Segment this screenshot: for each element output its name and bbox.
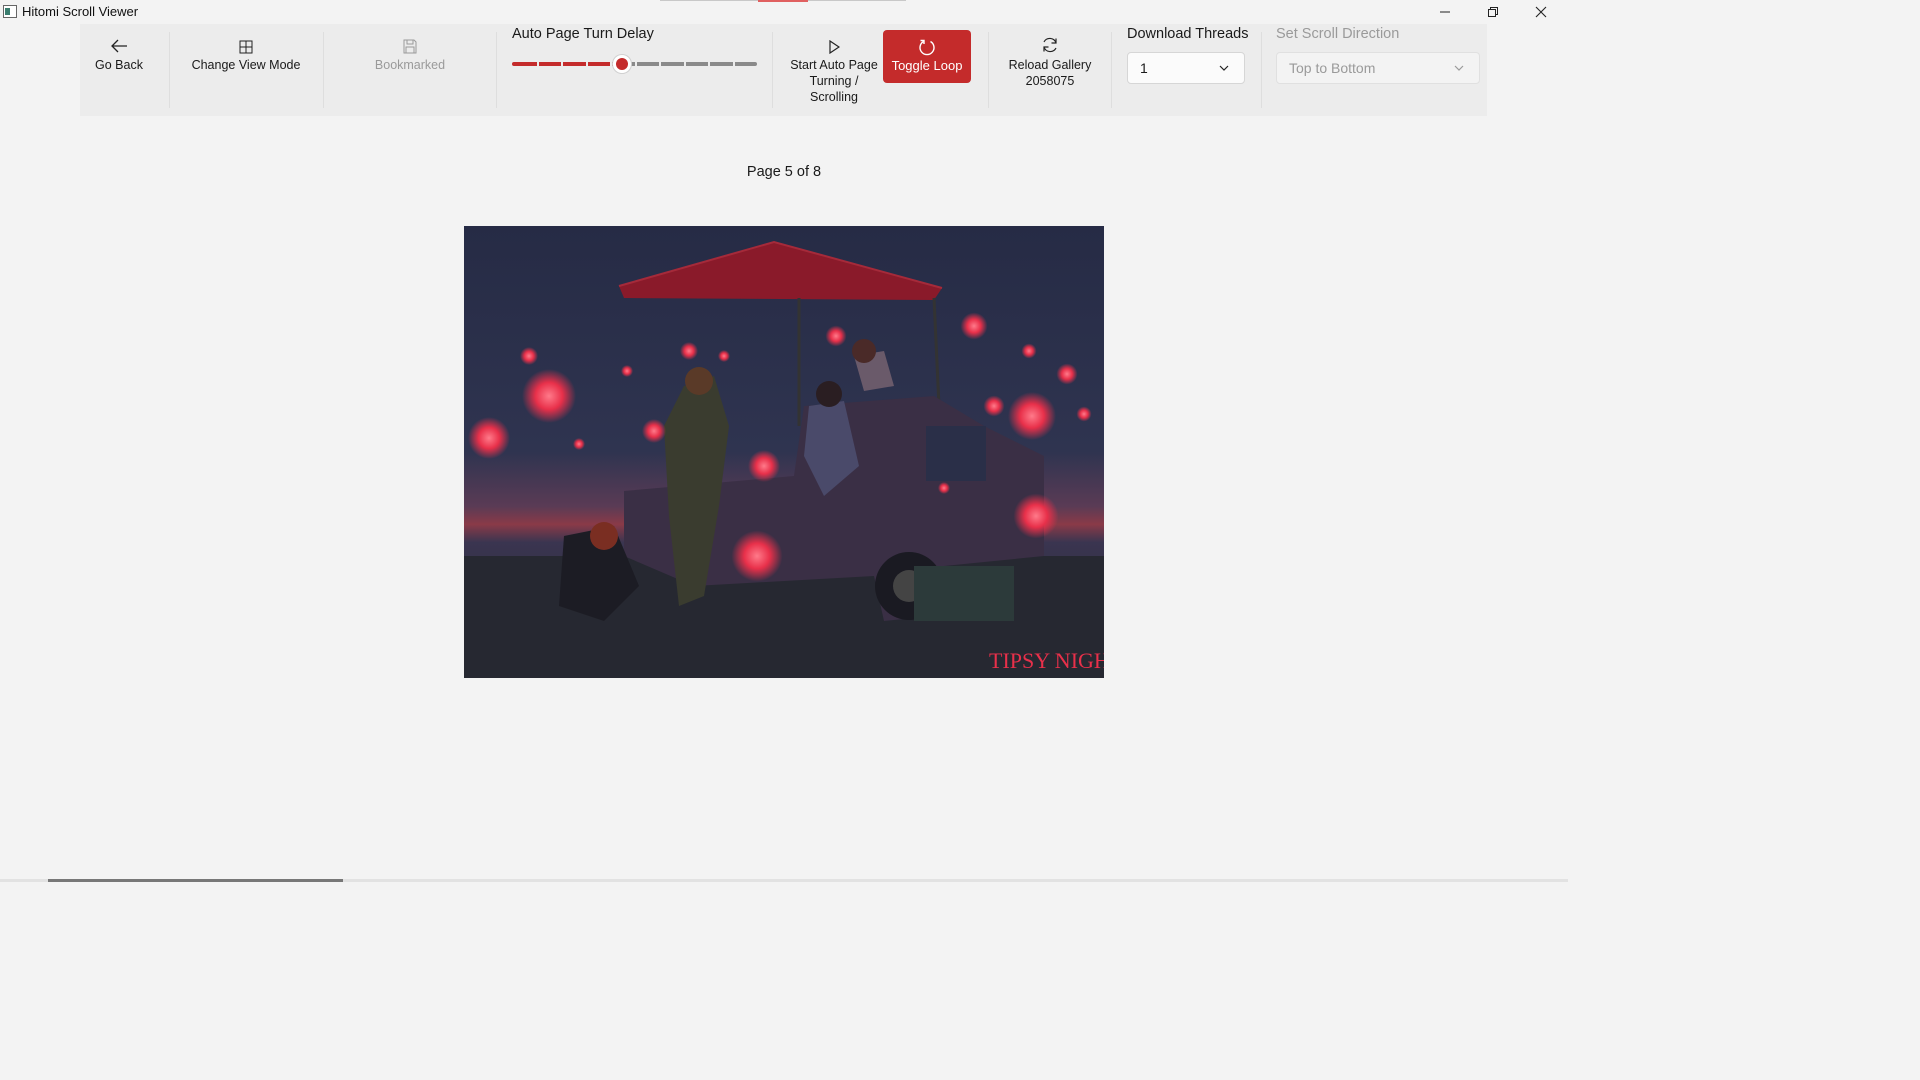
tab-indicator — [808, 0, 906, 1]
slider-track-empty — [628, 62, 757, 66]
chevron-down-icon — [1454, 65, 1464, 71]
illustration: TIPSY NIGHT — [464, 226, 1104, 678]
minimize-icon — [1440, 11, 1450, 13]
minimize-button[interactable] — [1422, 0, 1468, 24]
change-view-mode-label: Change View Mode — [191, 58, 301, 72]
jellyfish-glow — [1021, 343, 1037, 359]
gallery-id: 2058075 — [1025, 74, 1075, 88]
refresh-icon — [1043, 37, 1057, 53]
jellyfish-glow — [522, 369, 576, 423]
scroll-direction-label: Set Scroll Direction — [1276, 26, 1400, 42]
toolbar-separator — [169, 32, 170, 108]
restore-icon — [1488, 7, 1498, 17]
title-bar: Hitomi Scroll Viewer — [0, 0, 1568, 24]
toolbar-separator — [496, 32, 497, 108]
tab-indicator — [660, 0, 758, 1]
slider-tick — [659, 62, 661, 66]
jellyfish-glow — [573, 438, 585, 450]
toolbar-separator — [772, 32, 773, 108]
slider-tick — [586, 62, 588, 66]
jellyfish-glow — [680, 342, 698, 360]
slider-tick — [610, 62, 612, 66]
reload-gallery-label: Reload Gallery — [1008, 58, 1092, 72]
toolbar-separator — [1111, 32, 1112, 108]
jellyfish-glow — [983, 395, 1005, 417]
go-back-label: Go Back — [95, 58, 143, 72]
download-threads-dropdown[interactable]: 1 — [1127, 52, 1245, 84]
go-back-button[interactable]: Go Back — [90, 32, 148, 73]
jellyfish-glow — [520, 347, 538, 365]
page-indicator: Page 5 of 8 — [746, 164, 822, 180]
jellyfish-glow — [1056, 363, 1078, 385]
gallery-page-image: TIPSY NIGHT — [464, 226, 1104, 678]
toggle-loop-button[interactable]: Toggle Loop — [883, 30, 971, 83]
auto-page-turn-delay-slider[interactable] — [512, 56, 757, 72]
arrow-left-icon — [111, 39, 127, 53]
slider-tick — [635, 62, 637, 66]
save-icon — [403, 39, 417, 54]
jellyfish-glow — [621, 365, 633, 377]
jellyfish-glow — [1013, 493, 1059, 539]
command-bar: Go Back Change View Mode Bookmarked Auto… — [80, 24, 1487, 116]
auto-page-turn-delay-label: Auto Page Turn Delay — [512, 26, 654, 42]
jellyfish-glow — [938, 482, 950, 494]
toolbar-separator — [988, 32, 989, 108]
reload-gallery-button[interactable]: Reload Gallery 2058075 — [1004, 32, 1096, 89]
change-view-mode-button[interactable]: Change View Mode — [188, 32, 304, 73]
bookmarked-label: Bookmarked — [374, 58, 446, 72]
jellyfish-glow — [731, 530, 783, 582]
slider-thumb[interactable] — [616, 58, 628, 70]
start-auto-page-turning-button[interactable]: Start Auto Page Turning / Scrolling — [786, 32, 882, 105]
jellyfish-glow — [642, 419, 666, 443]
slider-tick — [561, 62, 563, 66]
toolbar-separator — [1261, 32, 1262, 108]
start-auto-label-3: Scrolling — [810, 90, 858, 104]
scroll-direction-dropdown[interactable]: Top to Bottom — [1276, 52, 1480, 84]
watermark-text: TIPSY NIGHT — [989, 648, 1104, 673]
tab-indicator-active — [758, 0, 808, 2]
grid-icon — [239, 40, 253, 54]
jellyfish-glow — [1008, 392, 1056, 440]
horizontal-scrollbar[interactable] — [0, 879, 1568, 882]
jellyfish-glow — [825, 325, 847, 347]
slider-track-filled — [512, 62, 622, 66]
app-icon — [3, 5, 17, 18]
slider-tick — [684, 62, 686, 66]
toolbar-separator — [323, 32, 324, 108]
start-auto-label-2: Turning / — [809, 74, 859, 88]
scrollbar-thumb[interactable] — [48, 879, 343, 882]
download-threads-label: Download Threads — [1127, 26, 1249, 42]
chevron-down-icon — [1219, 65, 1229, 71]
start-auto-label-1: Start Auto Page — [790, 58, 878, 72]
jellyfish-glow — [718, 350, 730, 362]
download-threads-value: 1 — [1140, 60, 1148, 76]
loop-icon — [919, 39, 935, 56]
window-title: Hitomi Scroll Viewer — [22, 4, 139, 19]
scroll-direction-value: Top to Bottom — [1289, 60, 1376, 76]
toggle-loop-label: Toggle Loop — [891, 58, 963, 73]
bookmarked-button[interactable]: Bookmarked — [365, 32, 455, 73]
close-button[interactable] — [1518, 0, 1564, 24]
slider-tick — [537, 62, 539, 66]
slider-tick — [708, 62, 710, 66]
maximize-button[interactable] — [1470, 0, 1516, 24]
jellyfish-glow — [1076, 406, 1092, 422]
play-icon — [829, 40, 840, 54]
close-icon — [1535, 6, 1547, 18]
jellyfish-glow — [960, 312, 988, 340]
jellyfish-glow — [468, 417, 510, 459]
slider-tick — [733, 62, 735, 66]
